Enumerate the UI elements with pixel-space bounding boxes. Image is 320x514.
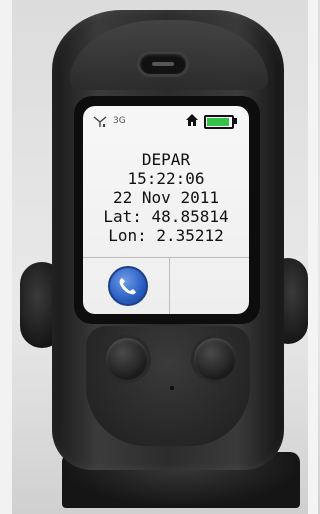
call-button[interactable] bbox=[108, 266, 148, 306]
longitude-readout: Lon: 2.35212 bbox=[108, 226, 224, 245]
home-icon bbox=[186, 114, 198, 126]
battery-icon bbox=[204, 115, 234, 129]
display-screen: 3G DEPAR 15:22:06 22 Nov 2011 Lat: 48.85… bbox=[83, 106, 249, 314]
background-left bbox=[0, 0, 12, 514]
battery-tip bbox=[234, 118, 237, 124]
network-type: 3G bbox=[113, 116, 126, 126]
softkey-right-area[interactable] bbox=[171, 258, 249, 314]
status-bar: 3G bbox=[83, 106, 249, 132]
microphone-hole bbox=[170, 386, 174, 390]
left-soft-key[interactable] bbox=[106, 338, 148, 380]
phone-icon bbox=[119, 278, 136, 295]
battery-level-fill bbox=[207, 118, 229, 126]
softkey-separator bbox=[169, 258, 170, 314]
time-readout: 15:22:06 bbox=[127, 169, 205, 188]
background-right bbox=[308, 0, 318, 514]
tracking-status: DEPAR bbox=[141, 150, 191, 169]
right-soft-key[interactable] bbox=[194, 338, 236, 380]
earpiece-slot bbox=[152, 62, 174, 66]
latitude-readout: Lat: 48.85814 bbox=[103, 207, 229, 226]
signal-icon bbox=[93, 116, 107, 127]
date-readout: 22 Nov 2011 bbox=[113, 188, 219, 207]
